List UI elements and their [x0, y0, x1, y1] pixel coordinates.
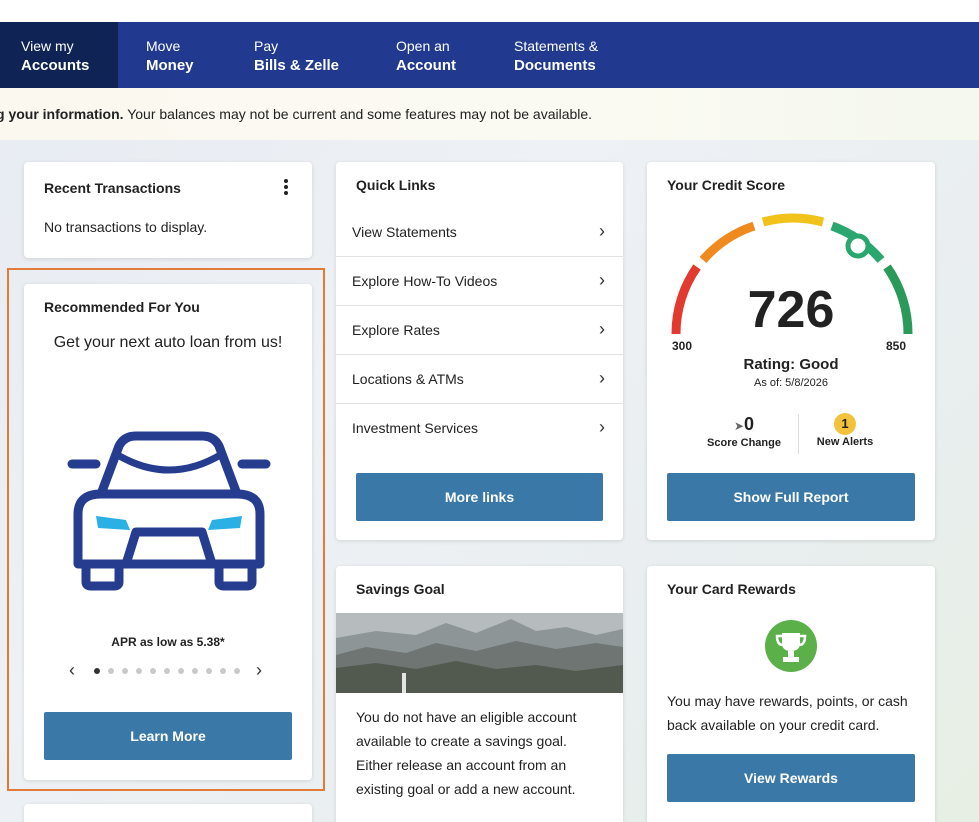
kebab-menu-icon[interactable] — [280, 178, 292, 196]
offline-notice: g your information. Your balances may no… — [0, 88, 979, 140]
score-min: 300 — [672, 339, 693, 353]
carousel-dot[interactable] — [136, 668, 142, 674]
quick-link-how-to-videos[interactable]: Explore How-To Videos › — [336, 257, 623, 306]
chevron-right-icon: › — [599, 319, 605, 339]
carousel-dot[interactable] — [234, 668, 240, 674]
quick-link-label: View Statements — [352, 224, 457, 240]
alerts-badge: 1 — [834, 413, 856, 435]
view-rewards-button[interactable]: View Rewards — [667, 754, 915, 802]
nav-pay-bills[interactable]: Pay Bills & Zelle — [225, 22, 367, 88]
quick-link-label: Explore How-To Videos — [352, 273, 498, 289]
recommended-card: Recommended For You Get your next auto l… — [24, 284, 312, 780]
more-links-button[interactable]: More links — [356, 473, 603, 521]
carousel-dots — [90, 668, 244, 674]
no-transactions-text: No transactions to display. — [44, 219, 208, 235]
card-rewards-title: Your Card Rewards — [667, 581, 796, 597]
score-change: ➤0 Score Change — [699, 414, 789, 449]
top-strip — [0, 0, 979, 22]
new-alerts[interactable]: 1 New Alerts — [805, 413, 885, 448]
carousel-dot[interactable] — [150, 668, 156, 674]
credit-score-value: 726 — [747, 281, 835, 339]
nav-line2: Bills & Zelle — [254, 57, 340, 74]
apr-text: APR as low as 5.38* — [111, 635, 225, 649]
nav-line2: Accounts — [21, 57, 90, 74]
main-nav: View my Accounts Move Money Pay Bills & … — [0, 22, 979, 88]
savings-goal-text: You do not have an eligible account avai… — [356, 709, 577, 797]
recommended-title: Recommended For You — [44, 299, 200, 315]
quick-link-view-statements[interactable]: View Statements › — [336, 208, 623, 257]
carousel-dot[interactable] — [206, 668, 212, 674]
carousel-next-icon[interactable]: › — [256, 660, 262, 681]
nav-view-accounts[interactable]: View my Accounts — [0, 22, 118, 88]
chevron-right-icon: › — [599, 368, 605, 388]
score-change-arrow-icon: ➤ — [733, 419, 745, 433]
score-change-label: Score Change — [707, 437, 781, 449]
nav-line1: Statements & — [514, 38, 599, 54]
nav-line1: Open an — [396, 38, 450, 54]
nav-open-account[interactable]: Open an Account — [367, 22, 485, 88]
nav-line1: View my — [21, 38, 74, 54]
nav-line1: Move — [146, 38, 181, 54]
quick-link-label: Investment Services — [352, 420, 479, 436]
chevron-right-icon: › — [599, 270, 605, 290]
chevron-right-icon: › — [599, 221, 605, 241]
chevron-right-icon: › — [599, 417, 605, 437]
carousel-dot[interactable] — [192, 668, 198, 674]
show-full-report-button[interactable]: Show Full Report — [667, 473, 915, 521]
carousel-prev-icon[interactable]: ‹ — [69, 660, 75, 681]
trophy-icon — [765, 620, 817, 672]
savings-goal-title: Savings Goal — [356, 581, 445, 597]
quick-link-investment[interactable]: Investment Services › — [336, 404, 623, 453]
carousel-dot[interactable] — [220, 668, 226, 674]
gauge-marker-icon — [845, 233, 871, 259]
nav-line2: Money — [146, 57, 194, 74]
quick-links-card: Quick Links View Statements › Explore Ho… — [336, 162, 623, 540]
quick-link-label: Locations & ATMs — [352, 371, 464, 387]
nav-statements[interactable]: Statements & Documents — [485, 22, 635, 88]
recent-transactions-card: Recent Transactions No transactions to d… — [24, 162, 312, 258]
quick-links-title: Quick Links — [356, 177, 436, 193]
nav-move-money[interactable]: Move Money — [118, 22, 225, 88]
score-max: 850 — [886, 339, 907, 353]
notice-text: Your balances may not be current and som… — [123, 106, 593, 122]
carousel-dot[interactable] — [178, 668, 184, 674]
credit-as-of: As of: 5/8/2026 — [754, 377, 828, 389]
credit-rating: Rating: Good — [743, 356, 839, 373]
credit-score-title: Your Credit Score — [667, 177, 785, 193]
credit-score-card: Your Credit Score 726 300 850 Rating: Go… — [647, 162, 935, 540]
recent-transactions-title: Recent Transactions — [44, 180, 181, 196]
carousel-dot[interactable] — [122, 668, 128, 674]
carousel-dot[interactable] — [164, 668, 170, 674]
carousel-dot[interactable] — [94, 668, 100, 674]
card-rewards-text: You may have rewards, points, or cash ba… — [667, 693, 908, 733]
recommended-headline: Get your next auto loan from us! — [53, 334, 283, 351]
car-icon — [67, 431, 271, 591]
notice-bold: g your information. — [0, 106, 124, 122]
score-change-value: 0 — [744, 414, 755, 434]
carousel-dot[interactable] — [108, 668, 114, 674]
quick-link-explore-rates[interactable]: Explore Rates › — [336, 306, 623, 355]
partial-card-bottom — [24, 804, 312, 822]
alerts-label: New Alerts — [816, 436, 874, 448]
nav-line1: Pay — [254, 38, 279, 54]
learn-more-button[interactable]: Learn More — [44, 712, 292, 760]
quick-link-locations[interactable]: Locations & ATMs › — [336, 355, 623, 404]
nav-line2: Account — [396, 57, 456, 74]
mountain-lake-image — [336, 613, 623, 693]
quick-link-label: Explore Rates — [352, 322, 440, 338]
savings-goal-card: Savings Goal You do not have an eligible… — [336, 566, 623, 822]
nav-line2: Documents — [514, 57, 596, 74]
stat-divider — [798, 414, 799, 454]
card-rewards-card: Your Card Rewards You may have rewards, … — [647, 566, 935, 822]
